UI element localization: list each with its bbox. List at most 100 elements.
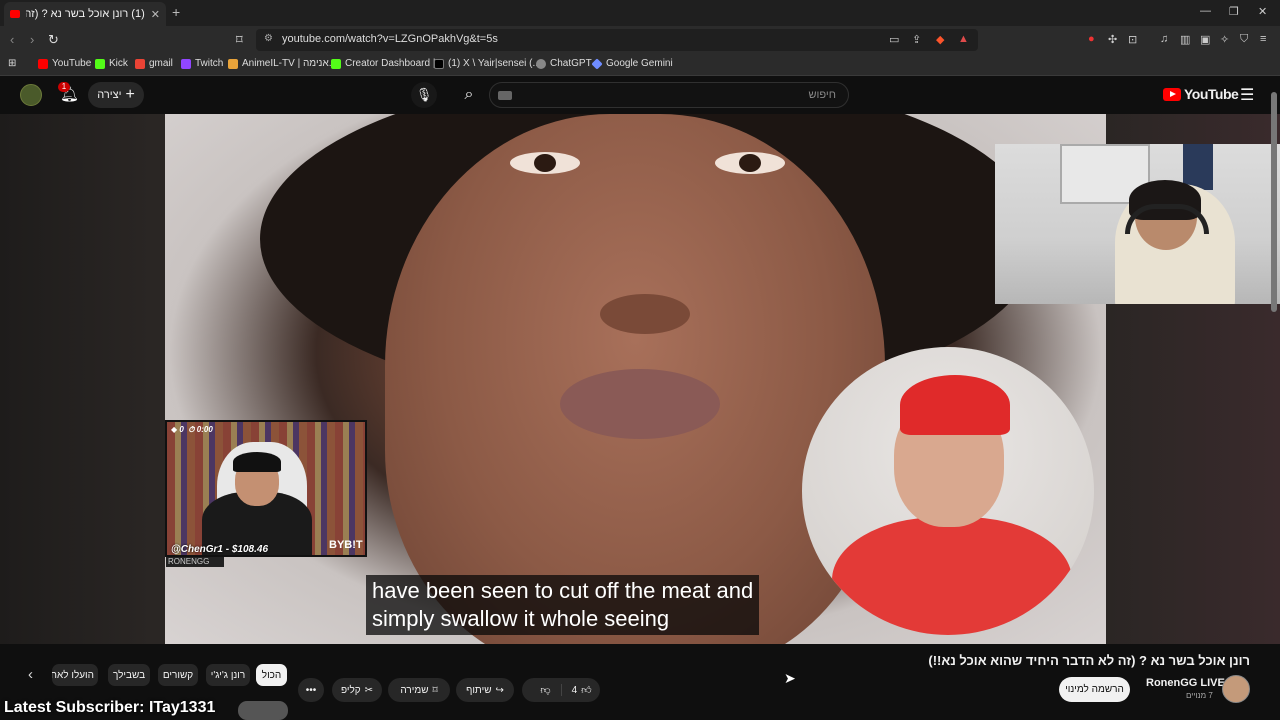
bookmark-label: YouTube xyxy=(52,58,92,69)
browser-tab[interactable]: (1) רונן אוכל בשר נא ? (זה לא הד ✕ xyxy=(4,2,166,26)
chip-for-you[interactable]: בשבילך xyxy=(108,664,150,686)
plus-icon: + xyxy=(125,86,135,103)
channel-tag: RONENGG xyxy=(166,557,224,567)
scissors-icon: ✂ xyxy=(364,684,374,696)
bookmark-youtube[interactable]: YouTube xyxy=(38,58,91,69)
like-dislike-group: 👎︎ 4 👍︎ xyxy=(522,678,600,702)
video-frame-nose xyxy=(600,294,690,334)
bookmark-twitch[interactable]: Twitch xyxy=(181,58,223,69)
youtube-icon xyxy=(38,58,48,69)
overlay-timer: 0:00 xyxy=(196,425,213,434)
scrollbar-thumb[interactable] xyxy=(1271,92,1277,312)
chip-label: בשבילך xyxy=(112,669,146,681)
chip-label: הועלו לאח xyxy=(52,669,94,681)
subscriber-count: 7 מנויים xyxy=(1186,691,1213,700)
chip-ronen-gg[interactable]: רונן ג'יג'י xyxy=(206,664,250,686)
brave-shield-icon[interactable]: ◆ xyxy=(936,33,944,46)
save-button[interactable]: ⌑ שמירה xyxy=(388,678,450,702)
bookmark-kick[interactable]: Kick xyxy=(95,58,128,69)
overlay-avatar xyxy=(238,701,288,720)
new-tab-button[interactable]: + xyxy=(172,4,180,20)
dislike-icon[interactable]: 👎︎ xyxy=(530,684,562,696)
bookmark-label: Kick xyxy=(109,58,128,69)
bookmark-animeil[interactable]: AnimeIL-TV | אנימה... xyxy=(228,58,337,69)
chip-uploaded[interactable]: הועלו לאח xyxy=(52,664,98,686)
like-count: 4 xyxy=(571,684,578,696)
bookmark-gemini[interactable]: Google Gemini xyxy=(591,57,673,70)
sponsor-logo: BYB!T xyxy=(329,539,363,551)
clip-label: קליפ xyxy=(340,684,361,696)
video-frame-eye xyxy=(510,152,580,174)
subscribe-label: הרשמה למינוי xyxy=(1065,684,1124,695)
menu-icon[interactable]: ≡ xyxy=(1260,33,1266,45)
sidebar-icon[interactable]: ▥ xyxy=(1180,33,1190,46)
bookmark-chatgpt[interactable]: ChatGPT xyxy=(536,58,592,69)
chip-label: רונן ג'יג'י xyxy=(210,669,246,681)
chip-related[interactable]: קשורים xyxy=(158,664,198,686)
guide-menu-icon[interactable]: ☰ xyxy=(1240,85,1254,105)
subscribe-button[interactable]: הרשמה למינוי xyxy=(1059,677,1130,702)
url-field[interactable]: ⚙ youtube.com/watch?v=LZGnOPakhVg&t=5s xyxy=(256,29,978,51)
clip-button[interactable]: ✂ קליפ xyxy=(332,678,382,702)
subtitle-line-2: simply swallow it whole seeing xyxy=(372,606,670,631)
bookmark-creator-dashboard[interactable]: Creator Dashboard |... xyxy=(331,58,444,69)
more-actions-button[interactable]: ••• xyxy=(298,678,324,702)
chip-label: הכול xyxy=(261,669,282,681)
bookmark-x[interactable]: (1) X \ Yair|sensei (... xyxy=(434,58,541,69)
channel-avatar[interactable] xyxy=(1222,675,1250,703)
media-icon[interactable]: ♫ xyxy=(1160,33,1168,45)
vpn-icon[interactable]: ⛉ xyxy=(1240,33,1248,46)
chip-all[interactable]: הכול xyxy=(256,664,287,686)
minimize-icon[interactable]: — xyxy=(1200,5,1211,17)
keyboard-icon[interactable] xyxy=(498,91,512,100)
circle-cam-shirt xyxy=(832,517,1072,635)
apps-icon[interactable]: ⊞ xyxy=(8,58,16,69)
reload-icon[interactable]: ↻ xyxy=(48,32,59,48)
subtitles: have been seen to cut off the meat and s… xyxy=(366,575,760,635)
gmail-icon xyxy=(135,58,145,69)
mouse-cursor-icon: ➤ xyxy=(784,670,796,686)
share-button[interactable]: ↪ שיתוף xyxy=(456,678,514,702)
youtube-masthead: 🔔︎ 1 יצירה + 🎙︎ ⌕ חיפוש YouTube ☰ xyxy=(0,76,1280,114)
page-scrollbar[interactable] xyxy=(1271,84,1277,644)
share-arrow-icon: ↪ xyxy=(495,684,504,696)
video-frame-lips xyxy=(560,369,720,439)
tab-close-icon[interactable]: ✕ xyxy=(151,8,160,21)
bookmark-label: (1) X \ Yair|sensei (... xyxy=(448,58,541,69)
chips-scroll-left-icon[interactable]: ‹ xyxy=(28,666,33,683)
create-button[interactable]: יצירה + xyxy=(88,82,144,108)
bookmark-label: gmail xyxy=(149,58,173,69)
brave-rewards-icon[interactable]: ▲ xyxy=(958,33,969,45)
leo-ai-icon[interactable]: ✧ xyxy=(1220,33,1229,46)
donation-text: @ChenGr1 - $108.46 xyxy=(171,544,269,555)
cast-icon[interactable]: ▭ xyxy=(889,33,899,46)
like-icon[interactable]: 👍︎ xyxy=(581,684,591,696)
screenshot-icon[interactable]: ⊡ xyxy=(1128,33,1137,46)
search-icon[interactable]: ⌕ xyxy=(451,79,487,111)
subtitle-line-1: have been seen to cut off the meat and xyxy=(372,578,754,603)
search-input[interactable]: חיפוש xyxy=(489,82,849,108)
restore-icon[interactable]: ❐ xyxy=(1229,5,1239,18)
bookmark-label: Google Gemini xyxy=(606,58,673,69)
channel-name[interactable]: RonenGG LIVE xyxy=(1146,677,1225,689)
video-frame-eye xyxy=(715,152,785,174)
bookmark-gmail[interactable]: gmail xyxy=(135,58,173,69)
video-frame-iris xyxy=(534,154,556,172)
youtube-logo[interactable]: YouTube xyxy=(1163,86,1239,102)
bookmark-label: Creator Dashboard |... xyxy=(345,58,444,69)
more-icon: ••• xyxy=(305,684,317,696)
account-avatar[interactable] xyxy=(20,84,42,106)
forward-icon[interactable]: › xyxy=(30,32,34,47)
latest-subscriber-overlay: Latest Subscriber: ITay1331 xyxy=(4,699,215,717)
extensions-icon[interactable]: ✣ xyxy=(1108,33,1117,46)
wallet-icon[interactable]: ▣ xyxy=(1200,33,1210,46)
site-info-icon[interactable]: ⚙ xyxy=(264,33,273,44)
voice-search-icon[interactable]: 🎙︎ xyxy=(411,82,437,108)
youtube-logo-text: YouTube xyxy=(1184,86,1239,102)
x-icon xyxy=(434,58,444,69)
window-close-icon[interactable]: ✕ xyxy=(1258,5,1267,18)
back-icon[interactable]: ‹ xyxy=(10,32,14,47)
share-page-icon[interactable]: ⇪ xyxy=(912,33,921,46)
extension-record-icon[interactable]: ● xyxy=(1088,33,1095,45)
bookmark-page-icon[interactable]: ⌑ xyxy=(236,32,243,48)
